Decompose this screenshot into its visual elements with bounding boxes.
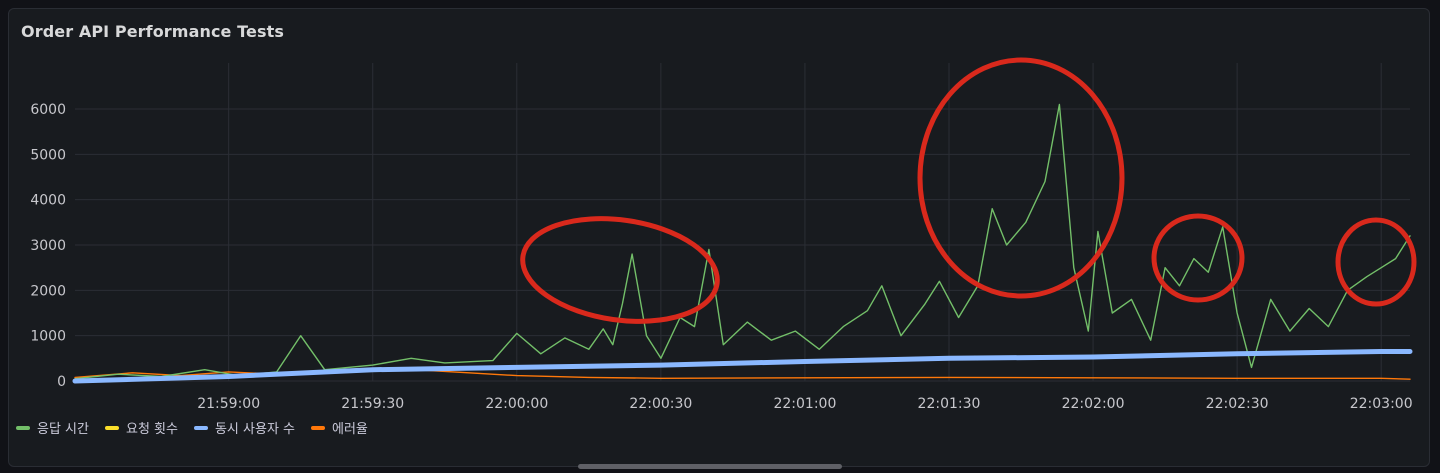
y-tick-label: 5000 (30, 147, 66, 163)
legend-item-error-rate[interactable]: 에러율 (311, 418, 368, 437)
y-tick-label: 3000 (30, 238, 66, 254)
legend-label: 요청 횟수 (125, 422, 178, 437)
series-line-2 (72, 349, 1413, 384)
legend-item-response-time[interactable]: 응답 시간 (16, 418, 89, 437)
x-tick-label: 22:03:00 (1350, 396, 1413, 412)
annotation-circle (917, 57, 1125, 299)
legend-item-request-count[interactable]: 요청 횟수 (104, 418, 178, 437)
legend-label: 동시 사용자 수 (214, 422, 295, 437)
legend-swatch (104, 425, 119, 430)
y-tick-label: 6000 (30, 102, 66, 118)
series-line-0 (74, 103, 1411, 380)
x-tick-label: 22:02:30 (1206, 396, 1269, 412)
legend-swatch (16, 425, 30, 430)
chart-legend: 응답 시간 요청 횟수 동시 사용자 수 에러율 (16, 418, 368, 437)
x-tick-label: 21:59:00 (197, 396, 260, 412)
legend-item-concurrent-users[interactable]: 동시 사용자 수 (193, 418, 295, 437)
x-tick-label: 22:00:00 (485, 396, 548, 412)
x-tick-label: 22:01:00 (773, 396, 836, 412)
x-tick-label: 21:59:30 (341, 396, 404, 412)
x-tick-label: 22:02:00 (1062, 396, 1125, 412)
y-tick-label: 0 (57, 374, 66, 390)
timeseries-chart: 0 1000 2000 3000 4000 5000 6000 21:59:00 21:59:3… (30, 57, 1417, 412)
legend-swatch (311, 425, 325, 430)
y-tick-label: 2000 (30, 283, 66, 299)
y-tick-label: 4000 (30, 193, 66, 209)
legend-label: 응답 시간 (37, 422, 89, 437)
legend-label: 에러율 (332, 422, 368, 437)
x-tick-label: 22:01:30 (918, 396, 981, 412)
x-tick-label: 22:00:30 (629, 396, 692, 412)
legend-swatch (193, 425, 208, 430)
annotation-circle (1335, 217, 1417, 307)
annotation-circle (1151, 213, 1245, 303)
y-tick-label: 1000 (30, 329, 66, 345)
